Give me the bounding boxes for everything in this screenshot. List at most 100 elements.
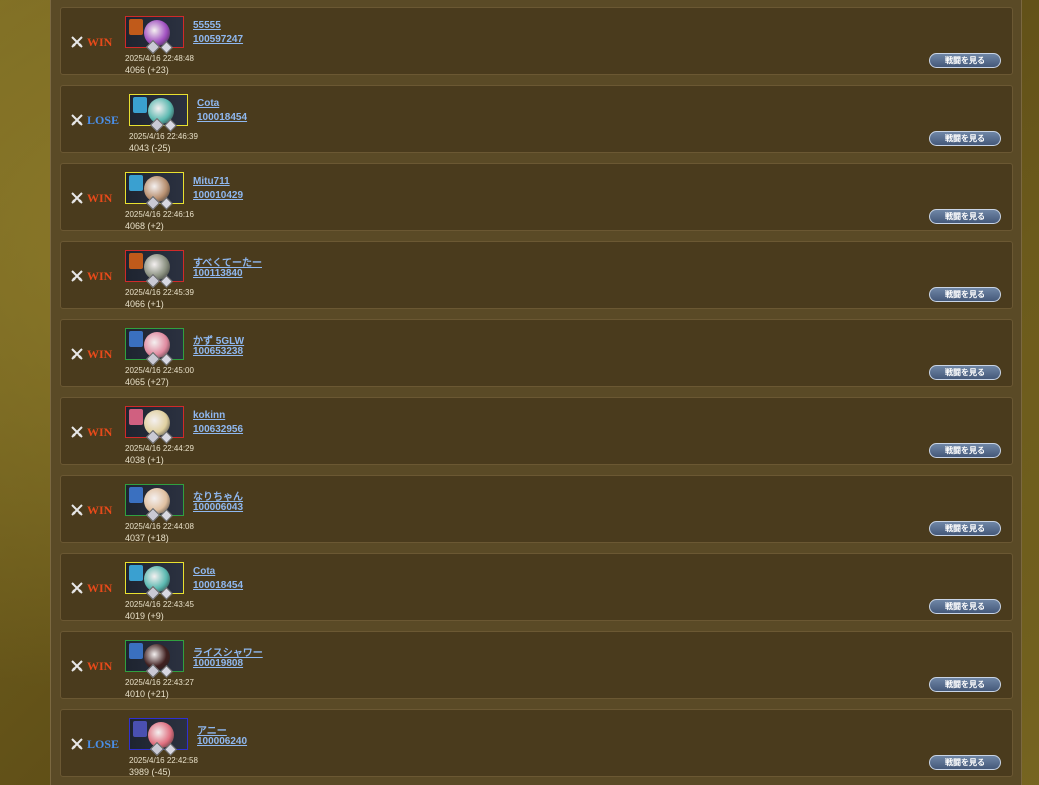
opponent-avatar[interactable]: [125, 328, 184, 367]
opponent-avatar[interactable]: [125, 406, 184, 445]
result-label: WIN: [87, 34, 113, 49]
opponent-id-link[interactable]: 100632956: [193, 424, 243, 435]
battle-result: WIN: [71, 659, 112, 673]
battle-row: WIN すべくてーたー 100113840 2025/4/16 22:45:39…: [60, 241, 1013, 309]
rank-badge-icon: [129, 409, 143, 425]
watch-battle-button[interactable]: 戦闘を見る: [929, 599, 1001, 614]
rating-score: 4068 (+2): [125, 221, 164, 231]
crossed-swords-icon: [71, 582, 83, 594]
battle-result: WIN: [71, 191, 112, 205]
battle-datetime: 2025/4/16 22:42:58: [129, 756, 198, 765]
rank-badge-icon: [129, 331, 143, 347]
battle-history-panel: WIN 55555 100597247 2025/4/16 22:48:48 4…: [50, 0, 1022, 785]
rank-badge-icon: [129, 253, 143, 269]
battle-result: WIN: [71, 503, 112, 517]
rating-score: 4019 (+9): [125, 611, 164, 621]
opponent-name-link[interactable]: なりちゃん: [193, 488, 243, 503]
crossed-swords-icon: [71, 426, 83, 438]
battle-datetime: 2025/4/16 22:46:16: [125, 210, 194, 219]
watch-battle-button[interactable]: 戦闘を見る: [929, 209, 1001, 224]
battle-row: WIN Mitu711 100010429 2025/4/16 22:46:16…: [60, 163, 1013, 231]
opponent-name-link[interactable]: アニー: [197, 722, 227, 737]
result-label: WIN: [87, 346, 113, 361]
result-label: WIN: [87, 190, 113, 205]
battle-row: WIN Cota 100018454 2025/4/16 22:43:45 40…: [60, 553, 1013, 621]
opponent-id-link[interactable]: 100018454: [193, 580, 243, 591]
watch-battle-button[interactable]: 戦闘を見る: [929, 677, 1001, 692]
crossed-swords-icon: [71, 738, 83, 750]
battle-datetime: 2025/4/16 22:44:08: [125, 522, 194, 531]
result-label: WIN: [87, 502, 113, 517]
opponent-id-link[interactable]: 100597247: [193, 34, 243, 45]
rating-score: 4043 (-25): [129, 143, 171, 153]
opponent-avatar[interactable]: [125, 562, 184, 601]
result-label: LOSE: [87, 112, 120, 127]
opponent-avatar[interactable]: [129, 94, 188, 133]
battle-datetime: 2025/4/16 22:45:39: [125, 288, 194, 297]
battle-result: WIN: [71, 269, 112, 283]
crossed-swords-icon: [71, 114, 83, 126]
crossed-swords-icon: [71, 36, 83, 48]
rating-score: 4065 (+27): [125, 377, 169, 387]
crossed-swords-icon: [71, 504, 83, 516]
rank-badge-icon: [129, 565, 143, 581]
watch-battle-button[interactable]: 戦闘を見る: [929, 287, 1001, 302]
rank-badge-icon: [133, 721, 147, 737]
battle-row: LOSE アニー 100006240 2025/4/16 22:42:58 39…: [60, 709, 1013, 777]
crossed-swords-icon: [71, 348, 83, 360]
battle-datetime: 2025/4/16 22:44:29: [125, 444, 194, 453]
opponent-avatar[interactable]: [125, 250, 184, 289]
opponent-name-link[interactable]: すべくてーたー: [193, 254, 262, 269]
opponent-name-link[interactable]: kokinn: [193, 410, 225, 421]
watch-battle-button[interactable]: 戦闘を見る: [929, 365, 1001, 380]
watch-battle-button[interactable]: 戦闘を見る: [929, 443, 1001, 458]
opponent-avatar[interactable]: [125, 172, 184, 211]
watch-battle-button[interactable]: 戦闘を見る: [929, 521, 1001, 536]
watch-battle-button[interactable]: 戦闘を見る: [929, 755, 1001, 770]
opponent-id-link[interactable]: 100006240: [197, 736, 247, 747]
rank-badge-icon: [129, 175, 143, 191]
rating-score: 4010 (+21): [125, 689, 169, 699]
battle-row: WIN ライスシャワー 100019808 2025/4/16 22:43:27…: [60, 631, 1013, 699]
result-label: WIN: [87, 580, 113, 595]
opponent-avatar[interactable]: [125, 16, 184, 55]
opponent-avatar[interactable]: [125, 640, 184, 679]
opponent-name-link[interactable]: 55555: [193, 20, 221, 31]
rating-score: 4038 (+1): [125, 455, 164, 465]
battle-row: LOSE Cota 100018454 2025/4/16 22:46:39 4…: [60, 85, 1013, 153]
opponent-id-link[interactable]: 100006043: [193, 502, 243, 513]
crossed-swords-icon: [71, 192, 83, 204]
rating-score: 4037 (+18): [125, 533, 169, 543]
result-label: WIN: [87, 424, 113, 439]
battle-row: WIN kokinn 100632956 2025/4/16 22:44:29 …: [60, 397, 1013, 465]
rank-badge-icon: [133, 97, 147, 113]
opponent-name-link[interactable]: かず 5GLW: [193, 332, 244, 347]
battle-datetime: 2025/4/16 22:43:27: [125, 678, 194, 687]
opponent-name-link[interactable]: Mitu711: [193, 176, 230, 187]
opponent-id-link[interactable]: 100653238: [193, 346, 243, 357]
opponent-id-link[interactable]: 100018454: [197, 112, 247, 123]
opponent-id-link[interactable]: 100010429: [193, 190, 243, 201]
battle-result: WIN: [71, 347, 112, 361]
opponent-name-link[interactable]: Cota: [193, 566, 215, 577]
watch-battle-button[interactable]: 戦闘を見る: [929, 53, 1001, 68]
battle-datetime: 2025/4/16 22:45:00: [125, 366, 194, 375]
result-label: WIN: [87, 658, 113, 673]
opponent-id-link[interactable]: 100019808: [193, 658, 243, 669]
rating-score: 4066 (+23): [125, 65, 169, 75]
opponent-avatar[interactable]: [125, 484, 184, 523]
rank-badge-icon: [129, 643, 143, 659]
battle-result: LOSE: [71, 737, 119, 751]
opponent-avatar[interactable]: [129, 718, 188, 757]
battle-row: WIN かず 5GLW 100653238 2025/4/16 22:45:00…: [60, 319, 1013, 387]
opponent-id-link[interactable]: 100113840: [193, 268, 243, 279]
battle-result: WIN: [71, 425, 112, 439]
battle-datetime: 2025/4/16 22:46:39: [129, 132, 198, 141]
battle-result: WIN: [71, 581, 112, 595]
opponent-name-link[interactable]: ライスシャワー: [193, 644, 263, 659]
rank-badge-icon: [129, 19, 143, 35]
watch-battle-button[interactable]: 戦闘を見る: [929, 131, 1001, 146]
opponent-name-link[interactable]: Cota: [197, 98, 219, 109]
crossed-swords-icon: [71, 660, 83, 672]
battle-datetime: 2025/4/16 22:43:45: [125, 600, 194, 609]
